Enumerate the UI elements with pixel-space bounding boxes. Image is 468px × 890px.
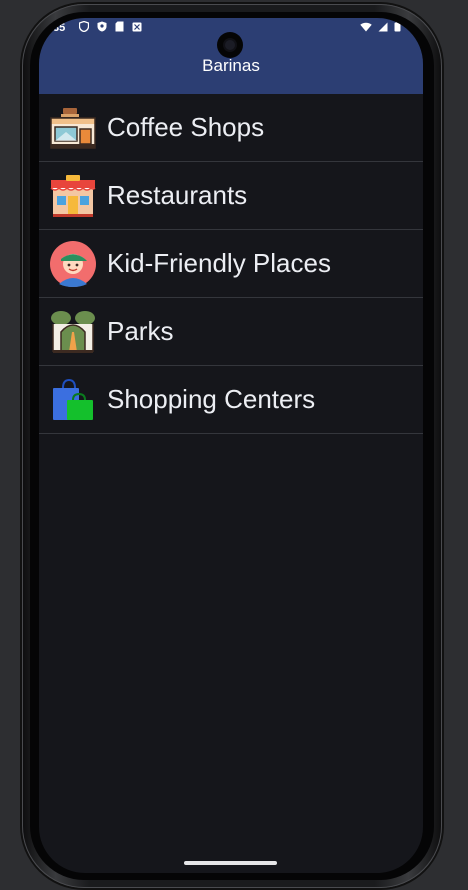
device-stage: 35 Barinas Coffee Shops Restaurants Kid-… [0, 0, 468, 890]
status-icons-left [79, 21, 142, 32]
kid-face-icon [50, 240, 96, 287]
list-item-label: Kid-Friendly Places [107, 248, 331, 278]
list-item-restaurants[interactable]: Restaurants [39, 162, 423, 230]
shopping-bags-icon [53, 378, 93, 420]
wifi-icon [360, 22, 372, 31]
app-bar: 35 Barinas [39, 18, 423, 94]
list-item-label: Shopping Centers [107, 384, 316, 414]
front-camera [217, 32, 243, 58]
list-item-shopping-centers[interactable]: Shopping Centers [39, 366, 423, 434]
shield-icon [79, 21, 89, 32]
status-time: 35 [53, 22, 66, 34]
restaurant-icon [50, 174, 96, 217]
phone-screen: 35 Barinas Coffee Shops Restaurants Kid-… [39, 18, 423, 873]
page-title: Barinas [202, 56, 260, 75]
category-list: Coffee Shops Restaurants Kid-Friendly Pl… [39, 94, 423, 434]
list-item-coffee-shops[interactable]: Coffee Shops [39, 94, 423, 162]
location-shield-icon [97, 21, 107, 32]
signal-icon [378, 22, 388, 31]
sd-card-icon [115, 21, 124, 32]
list-item-label: Coffee Shops [107, 112, 265, 142]
battery-icon [394, 21, 401, 32]
list-item-kid-friendly-places[interactable]: Kid-Friendly Places [39, 230, 423, 298]
list-item-label: Restaurants [107, 180, 248, 210]
coffee-shop-icon [50, 107, 96, 149]
list-item-label: Parks [107, 316, 174, 346]
park-gate-icon [51, 310, 95, 353]
status-icons-right [360, 21, 401, 32]
home-indicator[interactable] [184, 861, 277, 865]
list-item-parks[interactable]: Parks [39, 298, 423, 366]
notification-icon [132, 22, 142, 31]
